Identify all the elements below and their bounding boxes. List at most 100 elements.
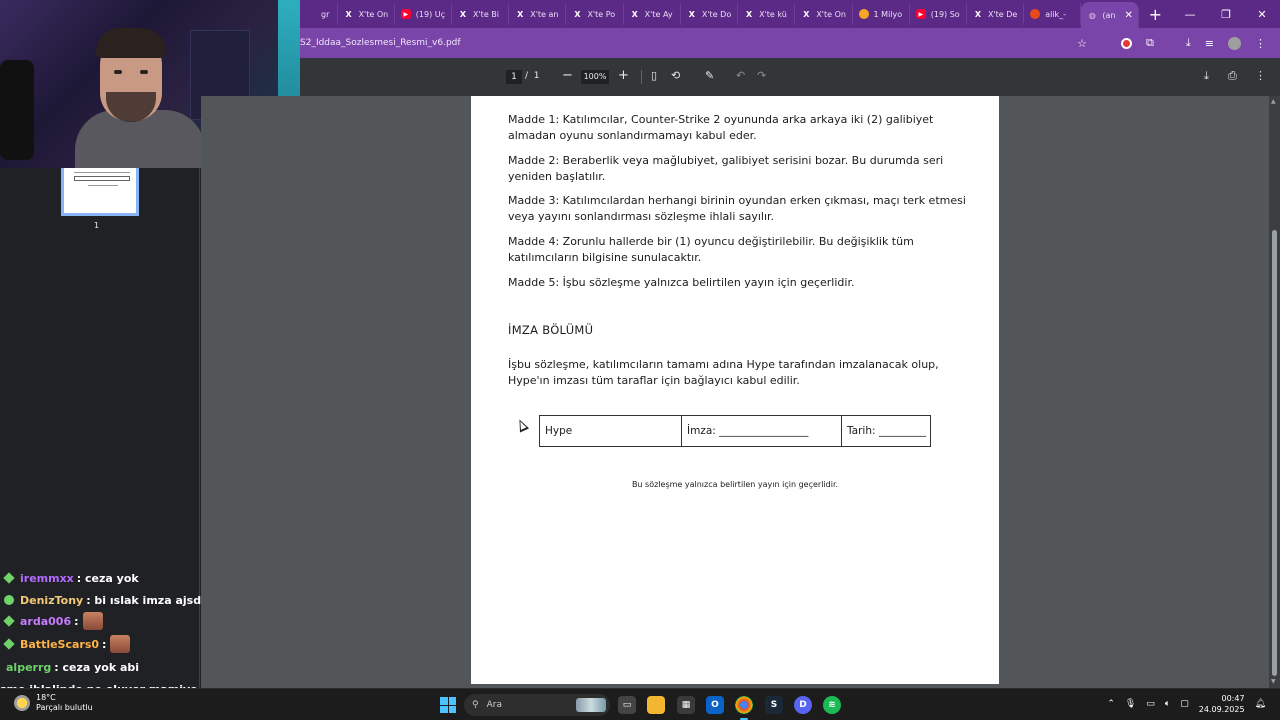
subscriber-badge-icon (4, 595, 14, 605)
youtube-icon: ▶ (915, 9, 926, 19)
article-2: Madde 2: Beraberlik veya mağlubiyet, gal… (508, 154, 944, 183)
bookmark-star-icon[interactable]: ☆ (1077, 37, 1087, 50)
clock[interactable]: 00:47 24.09.2025 (1199, 693, 1245, 715)
search-icon: ⚲ (472, 700, 479, 710)
globe-icon: ◍ (1088, 10, 1096, 20)
zoom-out-button[interactable]: − (562, 68, 573, 83)
youtube-icon: ▶ (400, 9, 411, 19)
restore-button[interactable]: ❐ (1208, 8, 1244, 21)
browser-tab[interactable]: X X'te Ay (624, 3, 681, 25)
reddit-icon (1030, 9, 1041, 19)
zoom-in-button[interactable]: + (618, 68, 629, 83)
signature-heading: İMZA BÖLÜMÜ (508, 323, 594, 337)
redo-icon[interactable]: ↷ (757, 69, 766, 82)
browser-tab[interactable]: X X'te kü (738, 3, 796, 25)
page-total: 1 (533, 71, 540, 81)
close-icon[interactable]: ✕ (1125, 10, 1133, 21)
annotate-icon[interactable]: ✎ (705, 69, 714, 82)
steam-icon[interactable]: S (765, 696, 783, 714)
weather-icon (14, 695, 30, 711)
page-separator: / (525, 71, 529, 81)
print-icon[interactable]: ⎙ (1228, 69, 1237, 83)
browser-tab[interactable]: 1 Milyo (853, 3, 910, 25)
chat-text: : ceza yok abi (54, 660, 140, 674)
pdf-viewer: Madde 1: Katılımcılar, Counter-Strike 2 … (201, 96, 1280, 688)
notification-icon[interactable]: 🔔︎ (1255, 699, 1266, 709)
chrome-icon[interactable] (735, 696, 753, 720)
outlook-icon[interactable]: O (706, 696, 724, 714)
browser-tab[interactable]: ▶ (19) So (910, 3, 967, 25)
browser-tab[interactable]: gr (300, 3, 338, 25)
file-explorer-icon[interactable] (647, 696, 665, 714)
rotate-icon[interactable]: ⟲ (671, 69, 680, 82)
close-window-button[interactable]: ✕ (1244, 8, 1280, 21)
windows-start-icon[interactable] (440, 697, 456, 713)
download-pdf-icon[interactable]: ⤓ (1204, 69, 1209, 83)
page-number-input[interactable]: 1 (506, 70, 522, 84)
chat-message: arda006 : (3, 611, 103, 631)
vertical-scrollbar[interactable]: ▲ ▼ (1269, 96, 1280, 688)
browser-tab[interactable]: X X'te an (509, 3, 567, 25)
signature-paragraph: İşbu sözleşme, katılımcıların tamamı adı… (508, 358, 939, 387)
window-controls: — ❐ ✕ (1172, 8, 1280, 21)
download-icon[interactable]: ⤓ (1186, 36, 1191, 50)
record-icon[interactable] (1121, 37, 1133, 49)
subscriber-badge-icon (3, 638, 15, 650)
task-view-icon[interactable]: ▭ (618, 696, 636, 714)
spotify-icon[interactable]: ≋ (823, 696, 841, 714)
extensions-icon[interactable]: ⧉ (1146, 36, 1154, 50)
chat-username: BattleScars0 (20, 637, 100, 651)
page-thumbnail[interactable] (61, 168, 139, 216)
signature-line-cell: İmza: _________________ (682, 416, 842, 446)
browser-tab[interactable]: alik_- (1024, 3, 1082, 25)
chat-text: : ceza yok (76, 571, 139, 585)
taskbar-search[interactable]: ⚲ Ara (464, 694, 610, 716)
volume-icon[interactable]: 🔈︎ (1165, 699, 1170, 709)
x-icon: X (974, 9, 982, 19)
article-1: Madde 1: Katılımcılar, Counter-Strike 2 … (508, 113, 934, 142)
browser-tab[interactable]: X X'te Bi (452, 3, 510, 25)
zoom-level-input[interactable]: 100% (581, 70, 609, 84)
scroll-down-icon[interactable]: ▼ (1271, 678, 1276, 685)
chat-message: alperrg : ceza yok abi (6, 657, 139, 677)
browser-tab[interactable]: X X'te Do (681, 3, 739, 25)
page-footer-note: Bu sözleşme yalnızca belirtilen yayın iç… (631, 480, 839, 489)
network-icon[interactable]: ▭ (1146, 699, 1155, 709)
search-placeholder: Ara (486, 700, 502, 710)
more-options-icon[interactable]: ⋮ (1255, 69, 1266, 82)
store-icon[interactable]: ▦ (677, 696, 695, 714)
microphone-icon[interactable]: 🎙︎ (1125, 699, 1136, 709)
url-field[interactable]: S2_Iddaa_Sozlesmesi_Resmi_v6.pdf (300, 38, 1077, 48)
undo-icon[interactable]: ↶ (736, 69, 745, 82)
chat-username: DenizTony (20, 593, 84, 607)
fit-page-icon[interactable]: ▯ (651, 69, 657, 82)
scrollbar-thumb[interactable] (1272, 230, 1277, 676)
browser-tab[interactable]: X X'te De (967, 3, 1025, 25)
chat-username: alperrg (6, 660, 52, 674)
battery-icon[interactable]: ▢ (1180, 699, 1189, 709)
discord-icon[interactable]: D (794, 696, 812, 714)
article-3: Madde 3: Katılımcılardan herhangi birini… (508, 194, 966, 223)
weather-widget[interactable]: 18°C Parçalı bulutlu (14, 693, 93, 713)
x-icon: X (517, 9, 524, 19)
address-bar: S2_Iddaa_Sozlesmesi_Resmi_v6.pdf ☆ ⧉ ⤓ ≡… (300, 28, 1280, 58)
browser-tab[interactable]: X X'te Po (566, 3, 624, 25)
chat-emote-icon (110, 635, 131, 653)
media-control-icon[interactable]: ≡ (1205, 37, 1214, 50)
new-tab-button[interactable]: + (1139, 5, 1172, 24)
thumbnail-sidebar: 1 (0, 168, 200, 688)
browser-tab[interactable]: X X'te On (338, 3, 395, 25)
x-icon: X (459, 9, 467, 19)
tray-chevron-icon[interactable]: ⌃ (1107, 699, 1115, 709)
profile-avatar[interactable] (1228, 36, 1241, 50)
browser-tab-active[interactable]: ◍ (an ✕ (1081, 2, 1139, 28)
minimize-button[interactable]: — (1172, 8, 1208, 21)
scroll-up-icon[interactable]: ▲ (1271, 98, 1276, 105)
microphone (0, 60, 34, 160)
browser-tab[interactable]: X X'te On (795, 3, 853, 25)
menu-icon[interactable]: ⋮ (1255, 37, 1266, 50)
streamer-eye (140, 70, 148, 74)
browser-tab-strip: gr X X'te On ▶ (19) Uç X X'te Bi X X'te an X… (300, 0, 1280, 28)
streamer-hair (96, 28, 166, 58)
browser-tab[interactable]: ▶ (19) Uç (395, 3, 452, 25)
